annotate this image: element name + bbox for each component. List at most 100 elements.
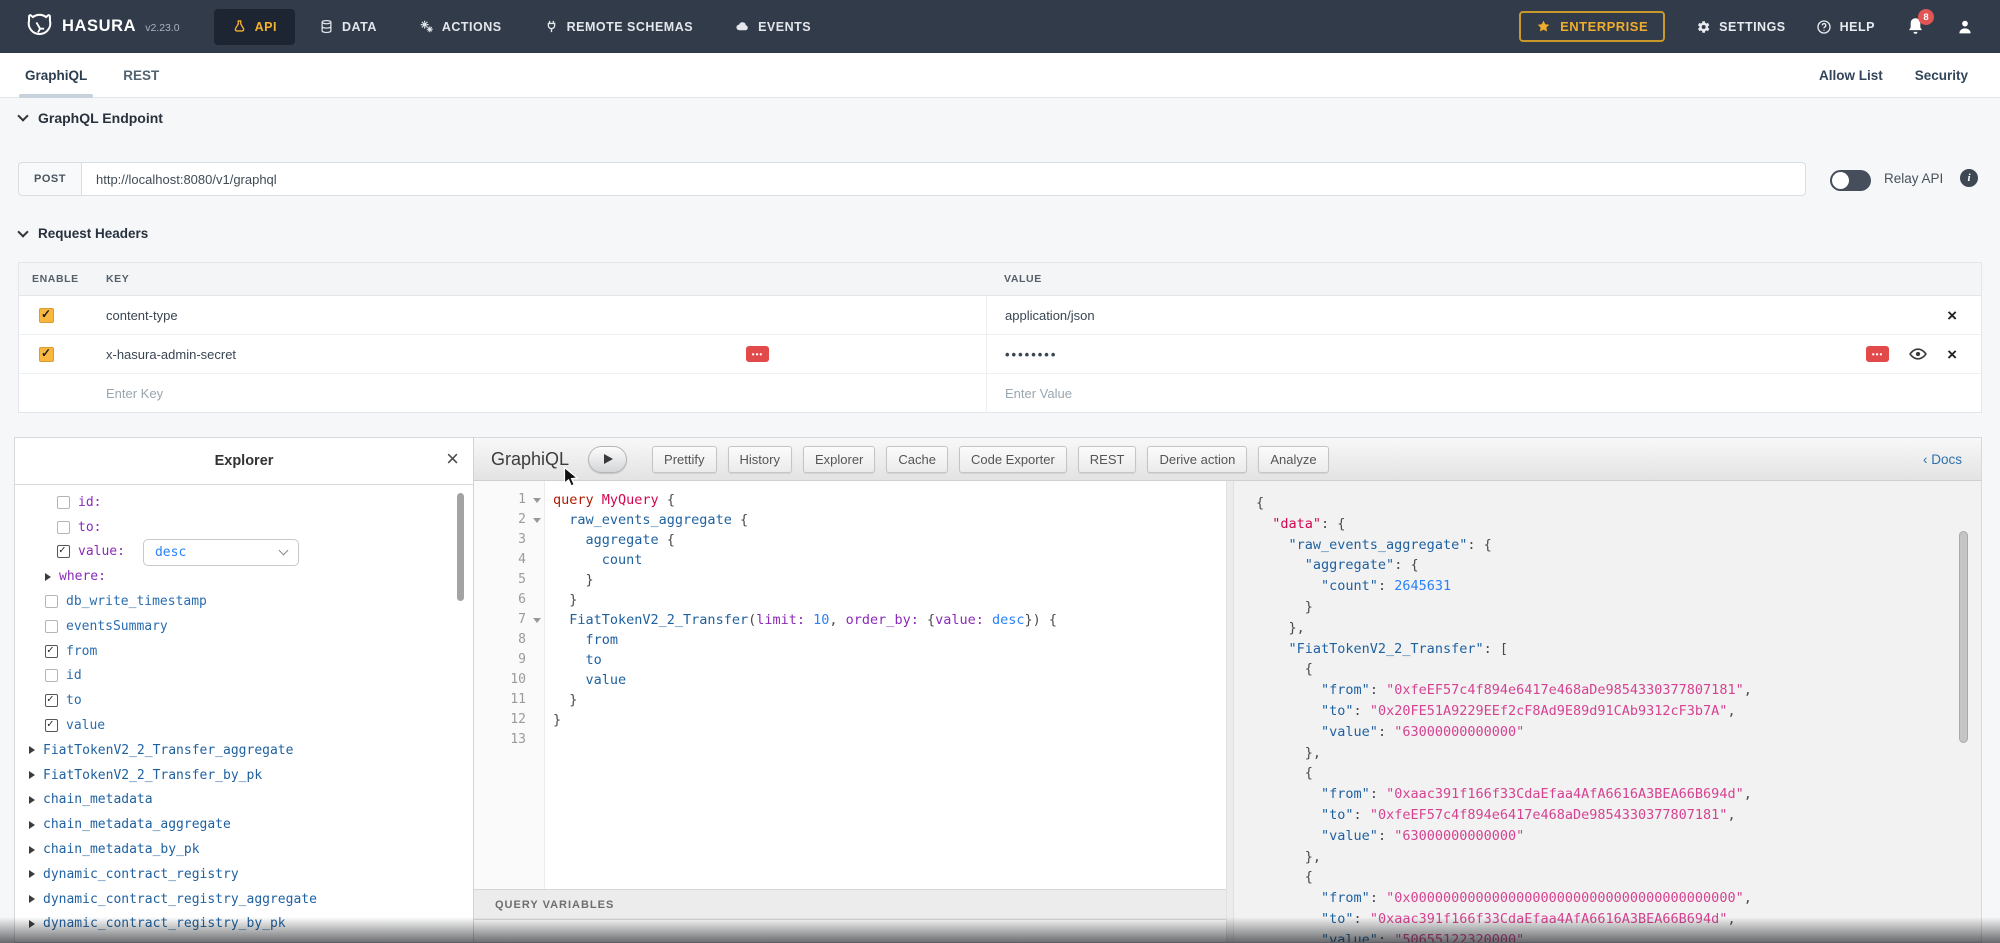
explorer-row-db-write-timestamp[interactable]: db_write_timestamp [15,589,473,614]
enum-select[interactable]: desc [143,539,299,566]
notifications-button[interactable]: 8 [1905,16,1926,37]
key-cell: x-hasura-admin-secret••• [86,335,986,373]
explorer-row-to[interactable]: to [15,688,473,713]
explorer-row-value[interactable]: value:desc [15,540,473,565]
new-header-value-input[interactable]: Enter Value [1005,386,1072,401]
toolbar-button-code-exporter[interactable]: Code Exporter [959,446,1067,473]
fold-arrow-icon[interactable] [533,518,541,523]
query-line [553,730,1226,750]
toolbar-button-derive-action[interactable]: Derive action [1147,446,1247,473]
explorer-row-dynamic-contract-registry-aggregate[interactable]: dynamic_contract_registry_aggregate [15,887,473,912]
field-checkbox[interactable] [57,521,70,534]
remove-header-icon[interactable]: × [1947,307,1957,324]
expand-arrow-icon[interactable] [29,796,35,804]
explorer-row-eventssummary[interactable]: eventsSummary [15,614,473,639]
gutter-line: 5 [474,570,544,590]
field-checkbox[interactable] [45,645,58,658]
remove-header-icon[interactable]: × [1947,346,1957,363]
nav-item-actions[interactable]: ACTIONS [401,9,520,45]
nav-item-api[interactable]: API [214,9,295,45]
query-line: to [553,650,1226,670]
execute-query-button[interactable] [588,446,627,473]
field-checkbox[interactable] [57,545,70,558]
toolbar-button-prettify[interactable]: Prettify [652,446,716,473]
graphql-endpoint-section-header[interactable]: GraphQL Endpoint [19,110,163,126]
explorer-row-from[interactable]: from [15,639,473,664]
toolbar-button-explorer[interactable]: Explorer [803,446,875,473]
nav-item-data[interactable]: DATA [301,9,395,45]
explorer-row-chain-metadata[interactable]: chain_metadata [15,788,473,813]
query-code[interactable]: query MyQuery { raw_events_aggregate { a… [545,481,1226,889]
header-key-input[interactable]: x-hasura-admin-secret [106,347,236,362]
tab-rest[interactable]: REST [123,53,159,98]
brand[interactable]: HASURA v2.23.0 [26,13,180,40]
plug-icon [544,19,559,34]
link-allow-list[interactable]: Allow List [1819,68,1883,83]
fold-arrow-icon[interactable] [533,618,541,623]
field-checkbox[interactable] [57,496,70,509]
expand-arrow-icon[interactable] [45,573,51,581]
docs-link[interactable]: ‹ Docs [1923,452,1964,467]
nav-item-remote-schemas[interactable]: REMOTE SCHEMAS [526,9,711,45]
eye-icon[interactable] [1908,344,1928,364]
explorer-row-dynamic-contract-registry[interactable]: dynamic_contract_registry [15,862,473,887]
toolbar-button-cache[interactable]: Cache [886,446,948,473]
explorer-row-id[interactable]: id: [15,490,473,515]
tab-graphiql[interactable]: GraphiQL [25,53,87,98]
field-checkbox[interactable] [45,669,58,682]
header-enable-checkbox[interactable] [39,308,54,323]
expand-arrow-icon[interactable] [29,870,35,878]
new-header-key-input[interactable]: Enter Key [106,386,163,401]
nav-item-events[interactable]: EVENTS [717,9,829,45]
response-scrollbar[interactable] [1959,531,1968,743]
field-checkbox[interactable] [45,620,58,633]
header-value-input[interactable]: application/json [1005,308,1095,323]
fold-arrow-icon[interactable] [533,498,541,503]
toolbar-button-analyze[interactable]: Analyze [1258,446,1328,473]
explorer-row-chain-metadata-by-pk[interactable]: chain_metadata_by_pk [15,837,473,862]
relay-api-toggle[interactable] [1830,170,1871,191]
explorer-row-fiattokenv2-2-transfer-aggregate[interactable]: FiatTokenV2_2_Transfer_aggregate [15,738,473,763]
explorer-scrollbar[interactable] [457,493,464,601]
field-checkbox[interactable] [45,694,58,707]
line-number: 3 [474,530,526,550]
endpoint-url-input[interactable] [82,162,1806,196]
expand-arrow-icon[interactable] [29,746,35,754]
header-enable-checkbox[interactable] [39,347,54,362]
expand-arrow-icon[interactable] [29,920,35,928]
explorer-row-chain-metadata-aggregate[interactable]: chain_metadata_aggregate [15,812,473,837]
relay-api-label: Relay API [1884,171,1943,186]
pane-resize-handle[interactable] [1226,481,1234,942]
query-line: query MyQuery { [553,490,1226,510]
explorer-row-id[interactable]: id [15,664,473,689]
close-icon[interactable]: × [446,448,459,470]
explorer-row-to[interactable]: to: [15,515,473,540]
help-button[interactable]: HELP [1816,19,1875,35]
query-variables-bar[interactable]: QUERY VARIABLES [474,889,1226,920]
query-line: } [553,590,1226,610]
expand-arrow-icon[interactable] [29,895,35,903]
request-headers-section-header[interactable]: Request Headers [19,226,148,241]
explorer-row-value[interactable]: value [15,713,473,738]
query-editor[interactable]: 12345678910111213 query MyQuery { raw_ev… [474,481,1226,889]
toolbar-button-rest[interactable]: REST [1078,446,1137,473]
user-menu-button[interactable] [1956,18,1974,36]
expand-arrow-icon[interactable] [29,821,35,829]
line-number: 12 [474,710,526,730]
header-value-input[interactable]: •••••••• [1005,347,1057,362]
explorer-row-fiattokenv2-2-transfer-by-pk[interactable]: FiatTokenV2_2_Transfer_by_pk [15,763,473,788]
expand-arrow-icon[interactable] [29,846,35,854]
query-variables-editor[interactable] [474,920,1226,942]
explorer-row-dynamic-contract-registry-by-pk[interactable]: dynamic_contract_registry_by_pk [15,912,473,937]
explorer-row-where[interactable]: where: [15,564,473,589]
link-security[interactable]: Security [1915,68,1968,83]
toolbar-button-history[interactable]: History [728,446,792,473]
header-key-input[interactable]: content-type [106,308,178,323]
field-checkbox[interactable] [45,595,58,608]
info-icon[interactable]: i [1960,169,1978,187]
help-label: HELP [1840,20,1875,34]
expand-arrow-icon[interactable] [29,771,35,779]
enterprise-button[interactable]: ENTERPRISE [1519,11,1665,42]
field-checkbox[interactable] [45,719,58,732]
settings-button[interactable]: SETTINGS [1695,19,1786,35]
